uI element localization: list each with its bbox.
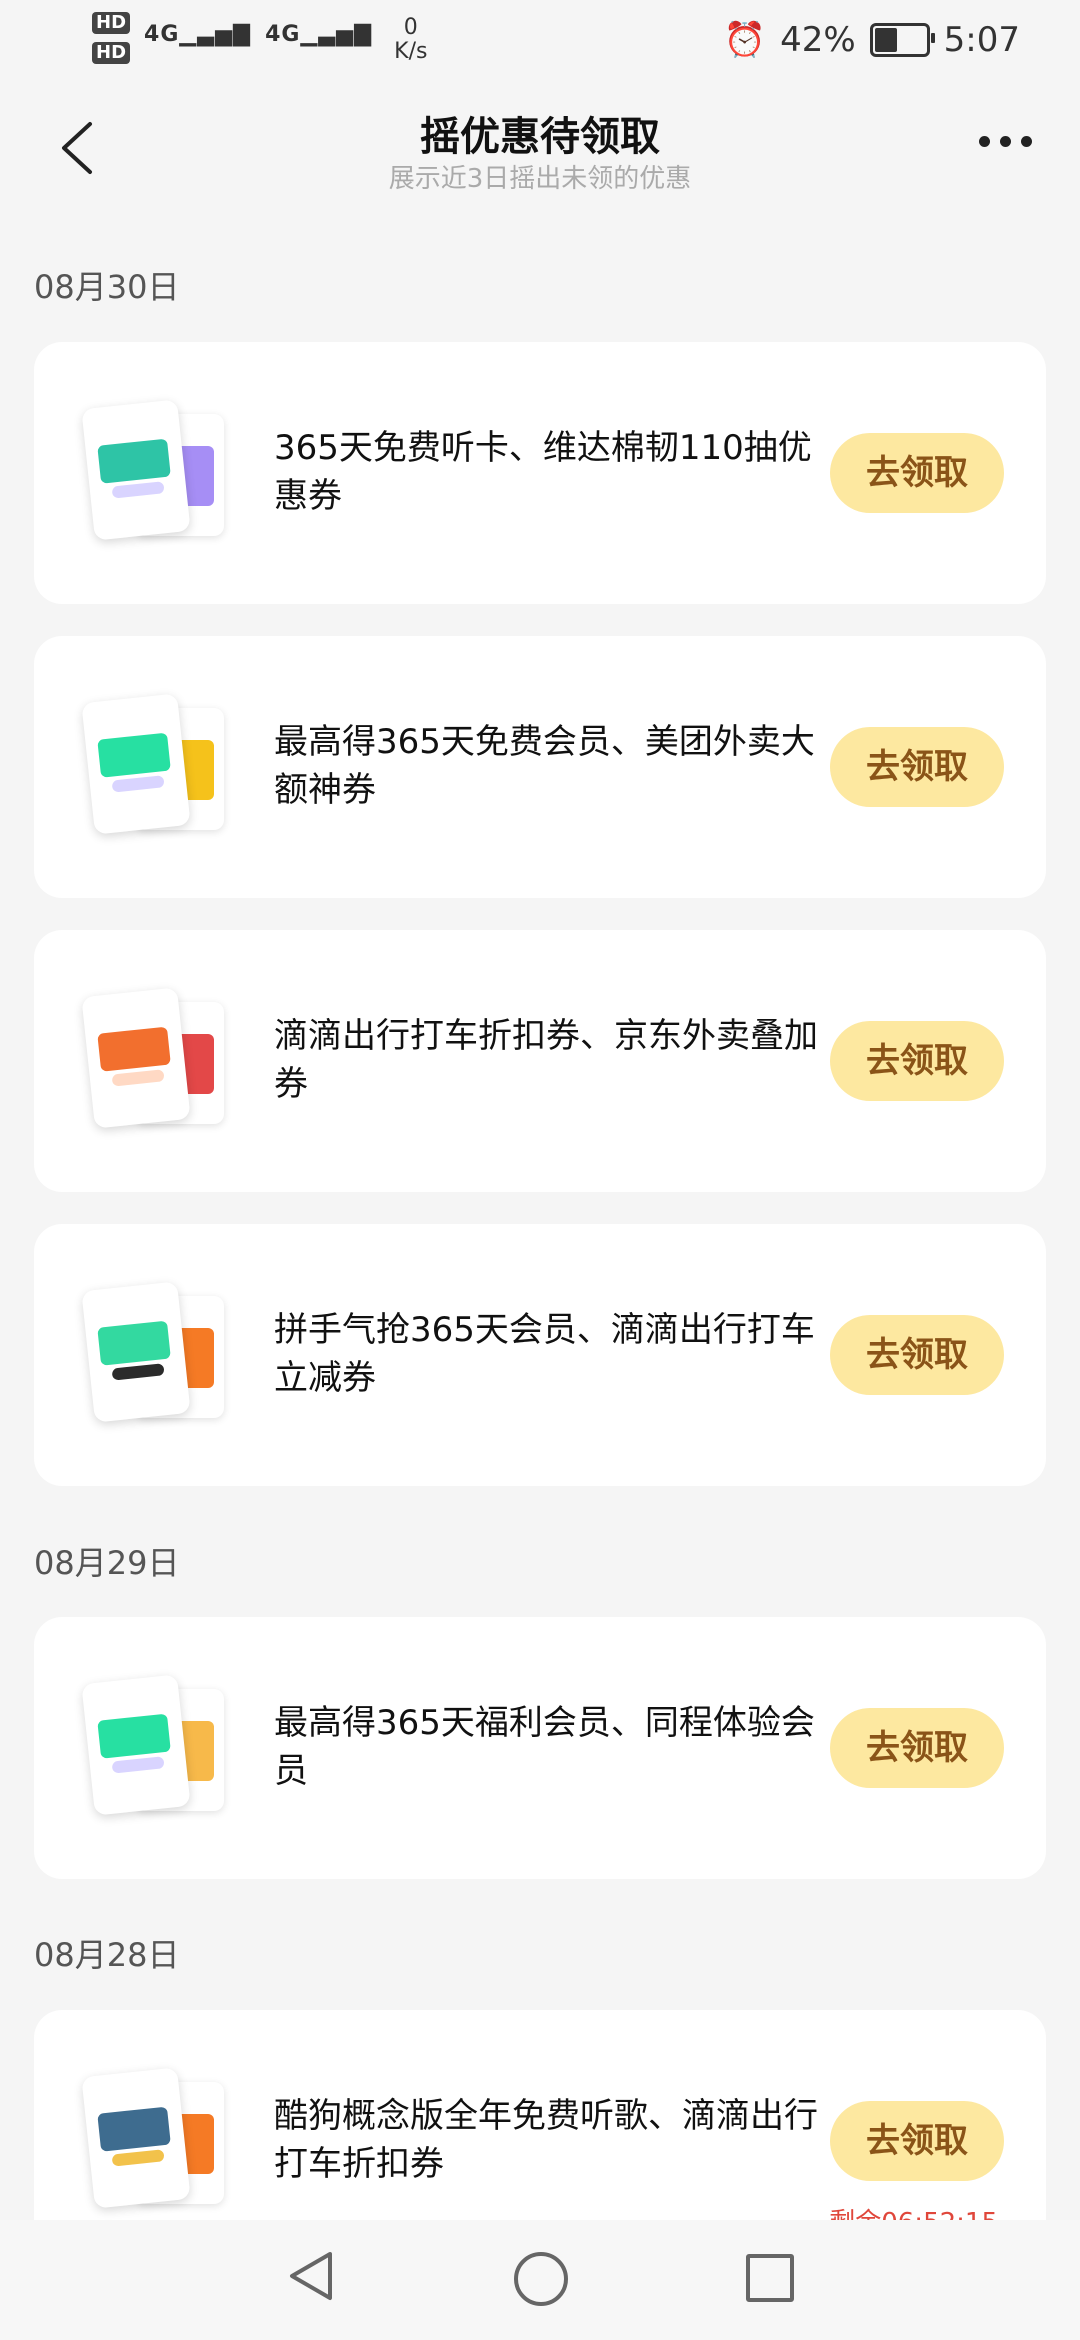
alarm-icon: ⏰ — [723, 20, 767, 60]
battery-percent: 42% — [780, 20, 856, 60]
thumbnail-front-card — [81, 987, 191, 1129]
hd-indicator-1: HD — [92, 12, 131, 34]
thumbnail-front-card — [81, 2067, 191, 2209]
clock: 5:07 — [943, 20, 1020, 60]
claim-button[interactable]: 去领取 — [830, 1021, 1004, 1101]
page-subtitle: 展示近3日摇出未领的优惠 — [388, 164, 692, 194]
thumbnail-front-card — [81, 693, 191, 835]
page-header: 摇优惠待领取 展示近3日摇出未领的优惠 — [0, 90, 1080, 210]
claim-button[interactable]: 去领取 — [830, 2101, 1004, 2181]
page-title: 摇优惠待领取 — [420, 114, 660, 160]
offer-description: 最高得365天福利会员、同程体验会员 — [274, 1703, 815, 1791]
offer-card: 最高得365天免费会员、美团外卖大额神券 去领取 — [34, 636, 1046, 898]
offer-thumbnail — [81, 693, 236, 838]
speed-unit: K/s — [394, 39, 428, 64]
network-speed: 0 K/s — [394, 16, 427, 64]
status-bar: HD HD 4G▁▃▅▇ 4G▁▃▅▇ 0 K/s ⏰ 42% 5:07 — [0, 0, 1080, 80]
offer-thumbnail — [81, 2067, 236, 2212]
section-date: 08月30日 — [34, 268, 180, 306]
section-date: 08月29日 — [34, 1544, 180, 1582]
nav-back-icon[interactable] — [286, 2250, 336, 2302]
signal-1-label: 4G — [144, 22, 180, 47]
offer-description: 拼手气抢365天会员、滴滴出行打车立减券 — [274, 1310, 815, 1398]
offer-description: 滴滴出行打车折扣券、京东外卖叠加券 — [274, 1016, 818, 1104]
thumbnail-front-card — [81, 399, 191, 541]
nav-recent-apps-icon[interactable] — [746, 2254, 794, 2302]
offer-description: 最高得365天免费会员、美团外卖大额神券 — [274, 722, 815, 810]
offer-card: 最高得365天福利会员、同程体验会员 去领取 — [34, 1617, 1046, 1879]
signal-2-icon: 4G▁▃▅▇ — [265, 22, 373, 47]
claim-button[interactable]: 去领取 — [830, 1708, 1004, 1788]
offer-thumbnail — [81, 987, 236, 1132]
offer-thumbnail — [81, 1281, 236, 1426]
section-date: 08月28日 — [34, 1936, 180, 1974]
claim-button[interactable]: 去领取 — [830, 433, 1004, 513]
thumbnail-front-card — [81, 1281, 191, 1423]
signal-2-label: 4G — [265, 22, 301, 47]
speed-value: 0 — [403, 15, 418, 40]
offer-thumbnail — [81, 1674, 236, 1819]
battery-fill — [874, 28, 898, 52]
offer-description: 酷狗概念版全年免费听歌、滴滴出行打车折扣券 — [274, 2096, 818, 2184]
offer-description: 365天免费听卡、维达棉韧110抽优惠券 — [274, 428, 812, 516]
hd-indicators: HD HD — [92, 12, 131, 64]
offer-card: 拼手气抢365天会员、滴滴出行打车立减券 去领取 — [34, 1224, 1046, 1486]
offer-card: 365天免费听卡、维达棉韧110抽优惠券 去领取 — [34, 342, 1046, 604]
thumbnail-front-card — [81, 1674, 191, 1816]
battery-icon — [869, 23, 935, 57]
offer-thumbnail — [81, 399, 236, 544]
system-nav-bar — [0, 2220, 1080, 2340]
status-left: HD HD 4G▁▃▅▇ 4G▁▃▅▇ 0 K/s — [92, 12, 427, 64]
claim-button[interactable]: 去领取 — [830, 1315, 1004, 1395]
hd-indicator-2: HD — [92, 42, 131, 64]
nav-home-icon[interactable] — [514, 2252, 568, 2306]
signal-1-icon: 4G▁▃▅▇ — [144, 22, 252, 47]
status-right: ⏰ 42% 5:07 — [724, 20, 1020, 60]
claim-button[interactable]: 去领取 — [830, 727, 1004, 807]
offer-card: 滴滴出行打车折扣券、京东外卖叠加券 去领取 — [34, 930, 1046, 1192]
more-options-icon[interactable] — [979, 136, 1032, 147]
